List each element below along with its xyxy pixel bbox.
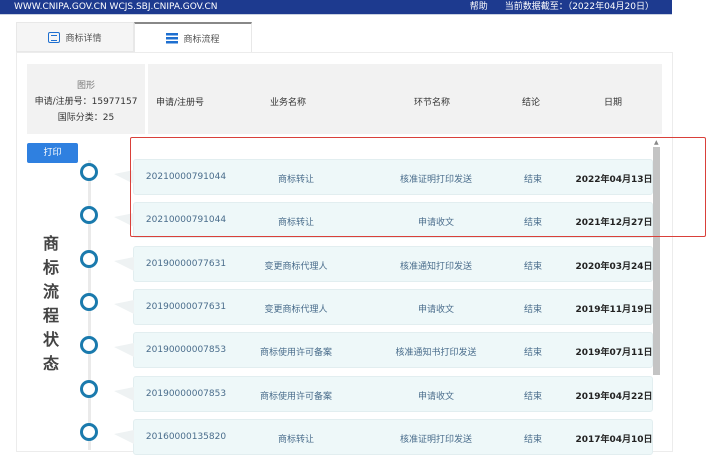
- print-button[interactable]: 打印: [27, 143, 78, 163]
- help-link[interactable]: 帮助: [470, 2, 488, 12]
- timeline-node: [80, 422, 98, 441]
- table-row[interactable]: 20190000007853 商标使用许可备案 核准通知书打印发送 结束 2019年07…: [114, 332, 653, 369]
- cell-reg-no: 20190000077631: [145, 301, 227, 312]
- data-as-of: 当前数据截至：（2022年04月20日）: [504, 2, 654, 12]
- cell-reg-no: 20190000007853: [145, 345, 227, 356]
- title-char: 商: [42, 234, 59, 253]
- highlight-box: [130, 137, 706, 237]
- image-label: 图形: [76, 81, 95, 91]
- cell-step-name: 核准通知书打印发送: [395, 348, 477, 359]
- table-row[interactable]: 20190000077631 变更商标代理人 核准通知打印发送 结束 2020年03月2…: [114, 245, 653, 282]
- tab-trademark-details[interactable]: 商标详情: [16, 22, 134, 52]
- intl-class: 国际分类：25: [57, 113, 115, 123]
- tab-label: 商标详情: [65, 33, 102, 44]
- cell-reg-no: 20190000077631: [145, 258, 227, 269]
- col-result: 结论: [522, 98, 541, 108]
- cell-date: 2019年04月22日: [575, 391, 653, 402]
- cell-date: 2020年03月24日: [575, 261, 653, 272]
- tabs: 商标详情 商标流程: [16, 22, 252, 52]
- cell-reg-no: 20190000007853: [145, 388, 227, 399]
- cell-step-name: 申请收文: [417, 391, 455, 402]
- cell-reg-no: 20160000135820: [145, 431, 227, 442]
- top-bar: WWW.CNIPA.GOV.CN WCJS.SBJ.CNIPA.GOV.CN 帮…: [0, 0, 672, 15]
- cell-result: 结束: [523, 434, 543, 445]
- cell-result: 结束: [523, 348, 543, 359]
- cell-step-name: 核准证明打印发送: [399, 434, 473, 445]
- table-header: 申请/注册号 业务名称 环节名称 结论 日期: [148, 64, 662, 134]
- col-step: 环节名称: [414, 98, 451, 108]
- col-business: 业务名称: [270, 98, 307, 108]
- cell-date: 2019年07月11日: [575, 348, 653, 359]
- title-char: 态: [42, 354, 59, 373]
- title-char: 状: [42, 330, 59, 349]
- reg-number: 申请/注册号：15977157: [34, 97, 138, 107]
- table-row[interactable]: 20190000077631 变更商标代理人 申请收文 结束 2019年11月19日: [114, 288, 653, 325]
- col-date: 日期: [604, 98, 623, 108]
- cell-business-name: 商标使用许可备案: [259, 348, 333, 359]
- trademark-info: 图形 申请/注册号：15977157 国际分类：25: [27, 64, 145, 134]
- site-domains: WWW.CNIPA.GOV.CN WCJS.SBJ.CNIPA.GOV.CN: [14, 2, 218, 12]
- timeline-node: [80, 163, 98, 181]
- table-row[interactable]: 20160000135820 商标转让 核准证明打印发送 结束 2017年04月10日: [114, 418, 653, 455]
- cell-result: 结束: [523, 304, 543, 315]
- cell-business-name: 商标使用许可备案: [259, 391, 333, 402]
- cell-business-name: 变更商标代理人: [264, 261, 328, 272]
- cell-result: 结束: [523, 261, 543, 272]
- document-icon: [48, 31, 61, 43]
- cell-business-name: 商标转让: [277, 434, 315, 445]
- table-row[interactable]: 20190000007853 商标使用许可备案 申请收文 结束 2019年04月22日: [114, 375, 653, 412]
- col-reg-no: 申请/注册号: [156, 98, 205, 108]
- cell-date: 2017年04月10日: [575, 434, 653, 445]
- title-char: 标: [42, 258, 59, 277]
- cell-date: 2019年11月19日: [575, 304, 653, 315]
- timeline-node: [80, 379, 98, 398]
- title-char: 流: [42, 282, 59, 301]
- tab-label: 商标流程: [183, 34, 220, 45]
- tab-trademark-process[interactable]: 商标流程: [134, 22, 252, 52]
- cell-step-name: 核准通知打印发送: [399, 261, 473, 272]
- cell-business-name: 变更商标代理人: [264, 304, 328, 315]
- timeline-node: [80, 249, 98, 268]
- process-status-title: 商 标 流 程 状 态: [42, 232, 60, 376]
- cell-result: 结束: [523, 391, 543, 402]
- timeline-node: [80, 292, 98, 311]
- title-char: 程: [42, 306, 59, 325]
- list-icon: [166, 32, 179, 44]
- cell-step-name: 申请收文: [417, 304, 455, 315]
